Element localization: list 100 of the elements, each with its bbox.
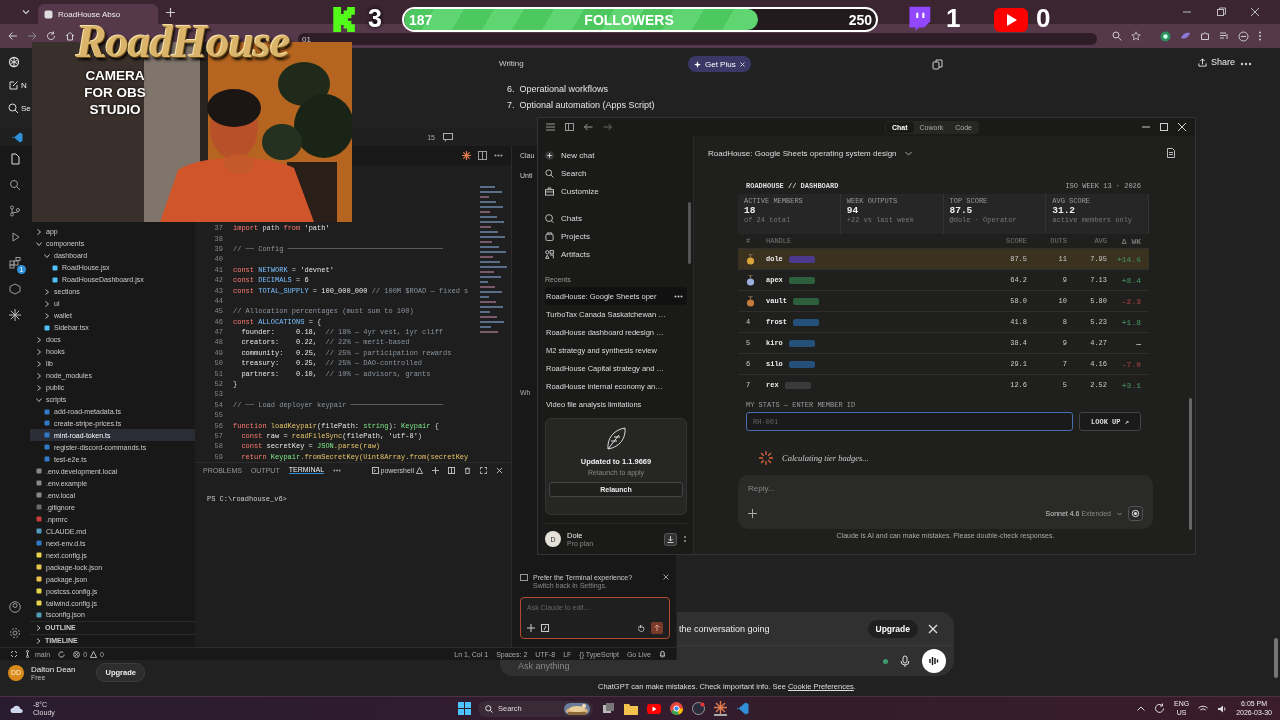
run-debug-icon[interactable]	[9, 231, 21, 243]
upgrade-button[interactable]: Upgrade	[867, 619, 918, 638]
logo-icon[interactable]	[8, 56, 20, 68]
starburst-icon[interactable]	[462, 151, 471, 160]
branch-icon[interactable]	[9, 205, 21, 217]
close-icon[interactable]	[496, 466, 503, 474]
split-icon[interactable]	[448, 466, 455, 474]
remote-icon[interactable]	[10, 650, 18, 658]
sync-icon[interactable]	[58, 650, 66, 658]
chevron-down-icon[interactable]	[36, 240, 42, 247]
volume-icon[interactable]	[1217, 704, 1228, 713]
files-icon[interactable]	[9, 153, 21, 165]
task-view-icon[interactable]	[602, 702, 615, 715]
send-button[interactable]	[651, 622, 663, 634]
box-icon[interactable]	[9, 283, 21, 295]
menu-icon[interactable]	[1258, 31, 1262, 41]
back-icon[interactable]	[584, 123, 593, 131]
scrollbar[interactable]	[1274, 638, 1278, 678]
chevron-down-icon[interactable]	[904, 150, 912, 156]
message-field[interactable]: Ask anything	[500, 660, 677, 676]
chevron-right-icon[interactable]	[36, 360, 42, 367]
wifi-icon[interactable]	[1198, 704, 1209, 713]
chevron-up-icon[interactable]	[1137, 706, 1145, 711]
browser-icon[interactable]	[670, 702, 683, 715]
extensions-icon[interactable]	[9, 257, 21, 269]
video-icon[interactable]	[647, 703, 661, 714]
media-icon[interactable]	[1219, 31, 1229, 41]
puzzle-icon[interactable]	[1200, 31, 1210, 41]
microphone-icon[interactable]	[900, 654, 910, 668]
address-bar[interactable]: 01	[298, 33, 1097, 45]
chevron-right-icon[interactable]	[44, 288, 50, 295]
chevron-right-icon[interactable]	[36, 229, 42, 235]
nav-item[interactable]: Chats	[545, 209, 687, 227]
sync-icon[interactable]	[1154, 703, 1165, 714]
forward-icon[interactable]	[27, 31, 37, 41]
chevron-right-icon[interactable]	[36, 336, 42, 343]
nav-item[interactable]: Search	[545, 164, 687, 182]
copy-icon[interactable]	[932, 59, 943, 70]
download-button[interactable]	[664, 532, 677, 546]
edit-icon[interactable]	[8, 80, 19, 91]
bell-icon[interactable]	[659, 650, 666, 658]
sync-icon[interactable]	[1238, 30, 1249, 42]
plus-icon[interactable]	[748, 509, 757, 518]
new-tab-button[interactable]	[166, 7, 175, 17]
home-icon[interactable]	[65, 31, 75, 41]
chevron-right-icon[interactable]	[44, 312, 50, 319]
account-icon[interactable]	[9, 601, 21, 613]
share-button[interactable]: Share	[1198, 57, 1236, 67]
trash-icon[interactable]	[464, 466, 471, 474]
settings-icon[interactable]	[9, 627, 21, 639]
nav-item[interactable]: New chat	[545, 146, 687, 164]
browser-tab[interactable]: RoadHouse Abso	[38, 4, 158, 24]
folder-icon[interactable]	[624, 702, 638, 715]
sidebar-item[interactable]: N	[21, 81, 27, 90]
nav-item[interactable]: Customize	[545, 182, 687, 200]
close-icon[interactable]	[663, 573, 669, 580]
plus-icon[interactable]	[527, 624, 535, 632]
sidebar-item[interactable]: Se	[21, 104, 31, 113]
restore-icon[interactable]	[1216, 7, 1226, 17]
close-icon[interactable]	[1250, 7, 1260, 17]
more-icon[interactable]	[333, 468, 342, 472]
menu-icon[interactable]	[546, 123, 555, 131]
close-icon[interactable]	[1178, 123, 1186, 131]
chevron-right-icon[interactable]	[36, 372, 42, 379]
search-icon[interactable]	[8, 103, 19, 114]
app-icon[interactable]	[692, 702, 705, 715]
voice-button[interactable]	[922, 649, 946, 673]
nav-item[interactable]: Projects	[545, 227, 687, 245]
voice-button[interactable]	[1128, 506, 1143, 521]
code-editor-icon[interactable]	[736, 702, 749, 715]
more-icon[interactable]	[494, 154, 503, 157]
tab-list-button[interactable]	[22, 8, 30, 16]
chevron-right-icon[interactable]	[36, 348, 42, 355]
more-icon[interactable]	[1240, 62, 1252, 66]
zoom-icon[interactable]	[1112, 31, 1122, 41]
maximize-icon[interactable]	[1160, 123, 1168, 131]
chevron-down-icon[interactable]	[36, 396, 42, 403]
conversation-title[interactable]: RoadHouse: Google Sheets operating system design	[708, 148, 897, 158]
maximize-icon[interactable]	[480, 466, 487, 474]
reload-icon[interactable]	[46, 31, 56, 41]
start-icon[interactable]	[458, 702, 471, 715]
hand-icon[interactable]	[637, 624, 645, 632]
starburst-icon[interactable]	[9, 309, 21, 321]
more-icon[interactable]	[674, 294, 683, 298]
starburst-icon[interactable]	[714, 701, 727, 716]
chevron-right-icon[interactable]	[44, 300, 50, 307]
get-plus-button[interactable]: Get Plus	[688, 56, 751, 72]
slash-command-icon[interactable]	[541, 624, 549, 632]
sidebar-toggle-icon[interactable]	[565, 123, 574, 131]
extension-icon[interactable]	[1160, 30, 1171, 42]
back-icon[interactable]	[8, 31, 18, 41]
chevron-down-icon[interactable]	[44, 252, 50, 259]
plus-icon[interactable]	[432, 466, 439, 474]
nav-item[interactable]: Artifacts	[545, 245, 687, 263]
search-icon[interactable]	[9, 179, 21, 191]
chat-icon[interactable]	[443, 132, 453, 142]
split-editor-icon[interactable]	[478, 151, 487, 160]
document-icon[interactable]	[1167, 148, 1175, 158]
cloud-icon[interactable]	[10, 703, 24, 714]
star-icon[interactable]	[1131, 31, 1141, 41]
